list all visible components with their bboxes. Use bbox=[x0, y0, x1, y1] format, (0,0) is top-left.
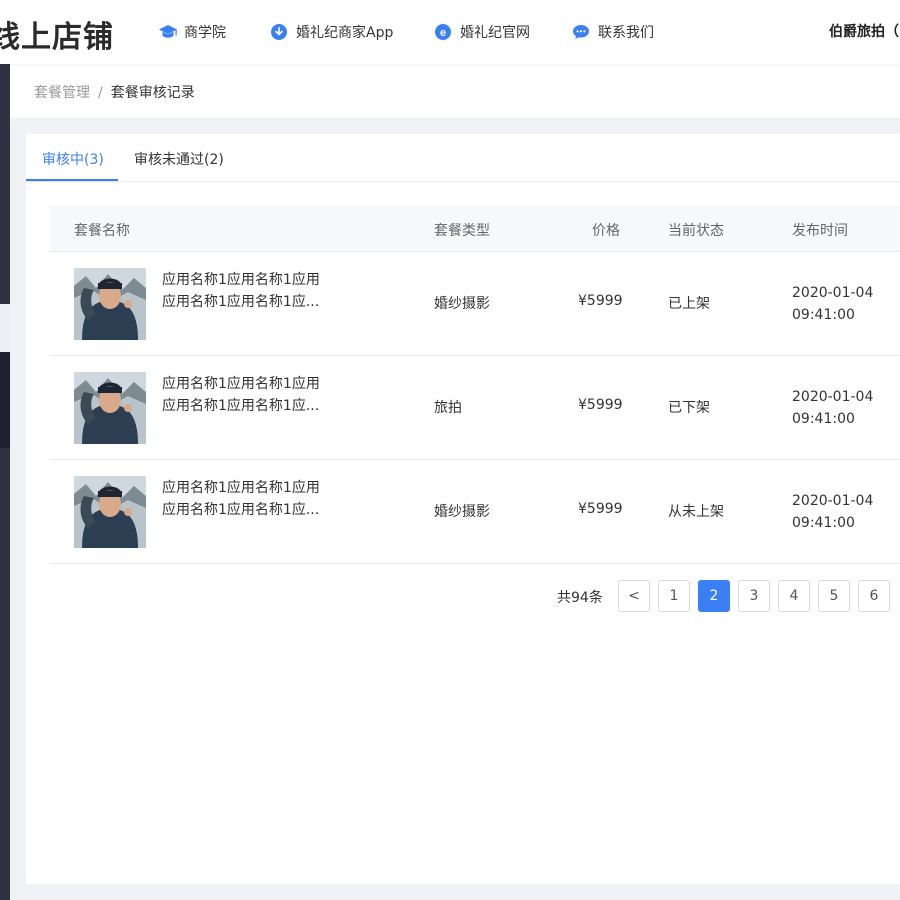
nav-official-site[interactable]: e 婚礼纪官网 bbox=[434, 21, 530, 43]
breadcrumb: 套餐管理 / 套餐审核记录 bbox=[34, 82, 195, 102]
package-type: 旅拍 bbox=[434, 400, 462, 416]
nav-contact-us[interactable]: 联系我们 bbox=[572, 21, 654, 43]
package-status: 已下架 bbox=[668, 400, 710, 416]
nav-business-school[interactable]: 商学院 bbox=[158, 21, 226, 43]
download-icon bbox=[270, 23, 288, 41]
package-thumbnail bbox=[74, 268, 146, 340]
column-header-publish-time: 发布时间 bbox=[792, 223, 848, 239]
page-button[interactable]: 3 bbox=[738, 580, 770, 612]
active-tab-indicator bbox=[26, 179, 118, 181]
package-type: 婚纱摄影 bbox=[434, 504, 490, 520]
package-name-line: 应用名称1应用名称1应... bbox=[162, 502, 320, 518]
page-button[interactable]: 5 bbox=[818, 580, 850, 612]
package-status: 已上架 bbox=[668, 296, 710, 312]
publish-clock: 09:41:00 bbox=[792, 411, 855, 427]
page-button[interactable]: 6 bbox=[858, 580, 890, 612]
publish-clock: 09:41:00 bbox=[792, 515, 855, 531]
column-header-type: 套餐类型 bbox=[434, 223, 490, 239]
chevron-left-icon: < bbox=[628, 588, 640, 604]
publish-date: 2020-01-04 bbox=[792, 493, 874, 509]
package-status: 从未上架 bbox=[668, 504, 724, 520]
package-name-line: 应用名称1应用名称1应用 bbox=[162, 376, 320, 392]
package-thumbnail bbox=[74, 372, 146, 444]
top-header: 线上店铺 商学院 婚礼纪商家App e 婚礼纪官网 联系我们 伯爵旅拍（ bbox=[0, 0, 900, 64]
package-name-line: 应用名称1应用名称1应用 bbox=[162, 272, 320, 288]
nav-merchant-app[interactable]: 婚礼纪商家App bbox=[270, 21, 393, 43]
total-count: 共94条 bbox=[557, 590, 603, 606]
publish-date: 2020-01-04 bbox=[792, 389, 874, 405]
publish-time: 2020-01-04 09:41:00 bbox=[792, 490, 873, 534]
column-header-name: 套餐名称 bbox=[74, 223, 130, 239]
sidebar-item-active[interactable] bbox=[0, 352, 10, 448]
chat-bubble-icon bbox=[572, 23, 590, 41]
ie-browser-icon: e bbox=[434, 23, 452, 41]
package-name-line: 应用名称1应用名称1应... bbox=[162, 398, 320, 414]
publish-time: 2020-01-04 09:41:00 bbox=[792, 386, 873, 430]
page-button[interactable]: 1 bbox=[658, 580, 690, 612]
tab-rejected[interactable]: 审核未通过(2) bbox=[134, 149, 224, 169]
publish-clock: 09:41:00 bbox=[792, 307, 855, 323]
breadcrumb-bar: 套餐管理 / 套餐审核记录 bbox=[10, 64, 900, 118]
nav-label: 婚礼纪官网 bbox=[460, 25, 530, 41]
sidebar bbox=[0, 64, 10, 900]
nav-label: 商学院 bbox=[184, 25, 226, 41]
package-type: 婚纱摄影 bbox=[434, 296, 490, 312]
nav-label: 婚礼纪商家App bbox=[296, 25, 394, 41]
package-name[interactable]: 应用名称1应用名称1应用 应用名称1应用名称1应... bbox=[162, 269, 322, 313]
page-button-current[interactable]: 2 bbox=[698, 580, 730, 612]
package-name[interactable]: 应用名称1应用名称1应用 应用名称1应用名称1应... bbox=[162, 373, 322, 417]
publish-date: 2020-01-04 bbox=[792, 285, 874, 301]
prev-page-button[interactable]: < bbox=[618, 580, 650, 612]
breadcrumb-parent[interactable]: 套餐管理 bbox=[34, 85, 90, 101]
package-name-line: 应用名称1应用名称1应... bbox=[162, 294, 320, 310]
column-header-price: 价格 bbox=[592, 223, 620, 239]
brand-title: 线上店铺 bbox=[0, 20, 114, 55]
breadcrumb-separator: / bbox=[98, 85, 103, 101]
tab-bar: 审核中(3) 审核未通过(2) bbox=[26, 134, 900, 182]
page-button[interactable]: 4 bbox=[778, 580, 810, 612]
nav-label: 联系我们 bbox=[598, 25, 654, 41]
package-thumbnail bbox=[74, 476, 146, 548]
content-card: 审核中(3) 审核未通过(2) 套餐名称 套餐类型 价格 当前状态 发布时间 应… bbox=[26, 134, 900, 884]
package-name[interactable]: 应用名称1应用名称1应用 应用名称1应用名称1应... bbox=[162, 477, 322, 521]
package-price: ¥5999 bbox=[578, 293, 623, 309]
tab-under-review[interactable]: 审核中(3) bbox=[42, 149, 104, 169]
package-name-line: 应用名称1应用名称1应用 bbox=[162, 480, 320, 496]
table-row: 应用名称1应用名称1应用 应用名称1应用名称1应... 婚纱摄影 ¥5999 已… bbox=[50, 252, 900, 356]
column-header-status: 当前状态 bbox=[668, 223, 724, 239]
package-price: ¥5999 bbox=[578, 501, 623, 517]
table-row: 应用名称1应用名称1应用 应用名称1应用名称1应... 旅拍 ¥5999 已下架… bbox=[50, 356, 900, 460]
table-row: 应用名称1应用名称1应用 应用名称1应用名称1应... 婚纱摄影 ¥5999 从… bbox=[50, 460, 900, 564]
publish-time: 2020-01-04 09:41:00 bbox=[792, 282, 873, 326]
package-price: ¥5999 bbox=[578, 397, 623, 413]
sidebar-item[interactable] bbox=[0, 304, 10, 352]
pagination: 共94条 < 1 2 3 4 5 6 bbox=[26, 580, 900, 612]
graduation-cap-icon bbox=[158, 23, 177, 41]
breadcrumb-current: 套餐审核记录 bbox=[110, 85, 195, 101]
user-account-name[interactable]: 伯爵旅拍（ bbox=[829, 21, 899, 41]
svg-text:e: e bbox=[440, 27, 446, 39]
table-header: 套餐名称 套餐类型 价格 当前状态 发布时间 bbox=[50, 206, 900, 252]
